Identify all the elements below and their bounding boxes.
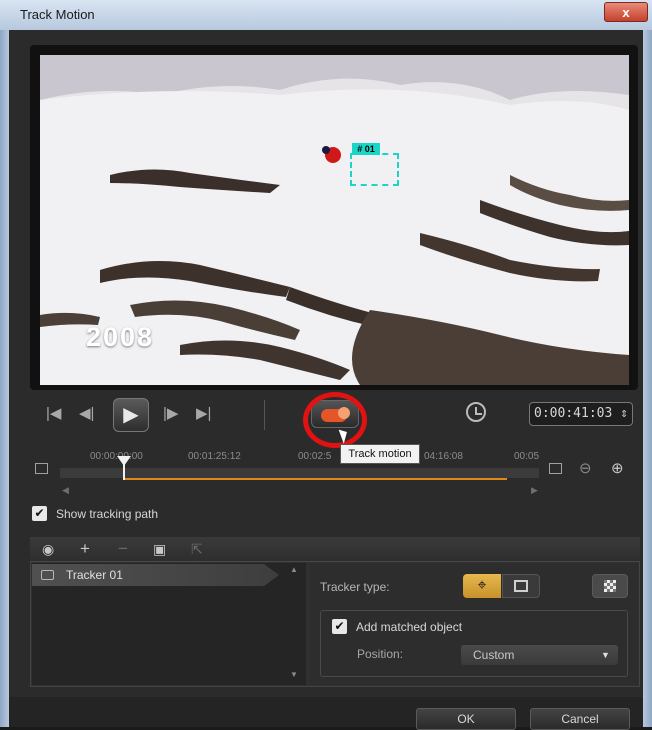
- timeline-ruler: 00:00:00:00 00:01:25:12 00:02:5 04:16:08…: [60, 451, 539, 465]
- chevron-down-icon: ▼: [601, 650, 610, 660]
- timeline-tracked-range: [124, 478, 507, 480]
- zoom-out-icon[interactable]: ⊖: [579, 459, 592, 477]
- tracker-item-icon: [41, 570, 54, 580]
- position-value: Custom: [473, 648, 515, 662]
- skip-to-start-icon[interactable]: |◀: [46, 404, 61, 424]
- track-point-button[interactable]: ⌖: [463, 574, 501, 598]
- position-label: Position:: [357, 647, 404, 661]
- skip-to-end-icon[interactable]: ▶|: [196, 404, 211, 424]
- rename-tracker-icon[interactable]: ▣: [153, 539, 166, 559]
- show-tracking-path-label: Show tracking path: [56, 507, 159, 521]
- window-border-left: [0, 30, 9, 727]
- playhead-line: [123, 464, 125, 480]
- show-tracking-path-option[interactable]: ✔ Show tracking path: [32, 505, 332, 525]
- timecode-field[interactable]: 0:00:41:03 ⇕: [529, 402, 633, 426]
- toolbar-divider: [264, 400, 265, 430]
- timeline-track[interactable]: [60, 468, 539, 478]
- year-overlay-text: 2008: [86, 322, 155, 352]
- tracker-icon[interactable]: ◉: [42, 539, 54, 559]
- remove-tracker-icon[interactable]: −: [118, 539, 128, 559]
- window-title: Track Motion: [20, 7, 95, 22]
- ruler-tick: 00:01:25:12: [188, 451, 241, 462]
- history-icon[interactable]: [466, 402, 486, 422]
- scroll-up-icon[interactable]: ▲: [290, 565, 298, 574]
- crosshair-icon: ⌖: [477, 577, 487, 594]
- track-motion-dialog: Track Motion x 2008 # 01 |◀ ◀| ▶ |▶ ▶| T…: [0, 0, 652, 730]
- spinner-arrows-icon[interactable]: ⇕: [620, 406, 628, 421]
- ruler-tick: 00:02:5: [298, 451, 332, 462]
- highlight-circle: [303, 392, 367, 448]
- scroll-down-icon[interactable]: ▼: [290, 670, 298, 679]
- mosaic-button[interactable]: [592, 574, 628, 598]
- window-border-right: [643, 30, 652, 727]
- tracker-list-item[interactable]: Tracker 01: [32, 564, 279, 586]
- timecode-value: 0:00:41:03: [534, 406, 613, 421]
- scroll-left-icon[interactable]: ◀: [62, 485, 69, 496]
- export-tracker-icon[interactable]: ⇱: [191, 539, 203, 559]
- add-matched-object-checkbox[interactable]: ✔: [332, 619, 347, 634]
- scroll-right-icon[interactable]: ▶: [531, 485, 538, 496]
- mark-out-icon[interactable]: [549, 463, 562, 474]
- tracker-type-label: Tracker type:: [320, 580, 390, 594]
- ruler-tick: 00:05: [514, 451, 540, 462]
- show-tracking-path-checkbox[interactable]: ✔: [32, 506, 47, 521]
- ruler-tick: 04:16:08: [424, 451, 463, 462]
- mosaic-icon: [604, 580, 616, 592]
- position-select[interactable]: Custom ▼: [461, 645, 618, 665]
- zoom-in-icon[interactable]: ⊕: [611, 459, 624, 477]
- previous-frame-icon[interactable]: ◀|: [79, 404, 94, 424]
- close-button[interactable]: x: [604, 2, 648, 22]
- next-frame-icon[interactable]: |▶: [163, 404, 178, 424]
- title-bar: Track Motion x: [0, 0, 652, 30]
- play-button[interactable]: ▶: [113, 398, 149, 432]
- tracker-region[interactable]: [350, 153, 399, 186]
- mark-in-icon[interactable]: [35, 463, 48, 474]
- play-icon: ▶: [123, 404, 139, 426]
- add-tracker-icon[interactable]: +: [80, 539, 90, 559]
- area-icon: [514, 580, 528, 592]
- tracker-name: Tracker 01: [66, 568, 123, 582]
- add-matched-object-label: Add matched object: [356, 620, 463, 634]
- track-area-button[interactable]: [502, 574, 540, 598]
- tracker-label: # 01: [352, 143, 380, 155]
